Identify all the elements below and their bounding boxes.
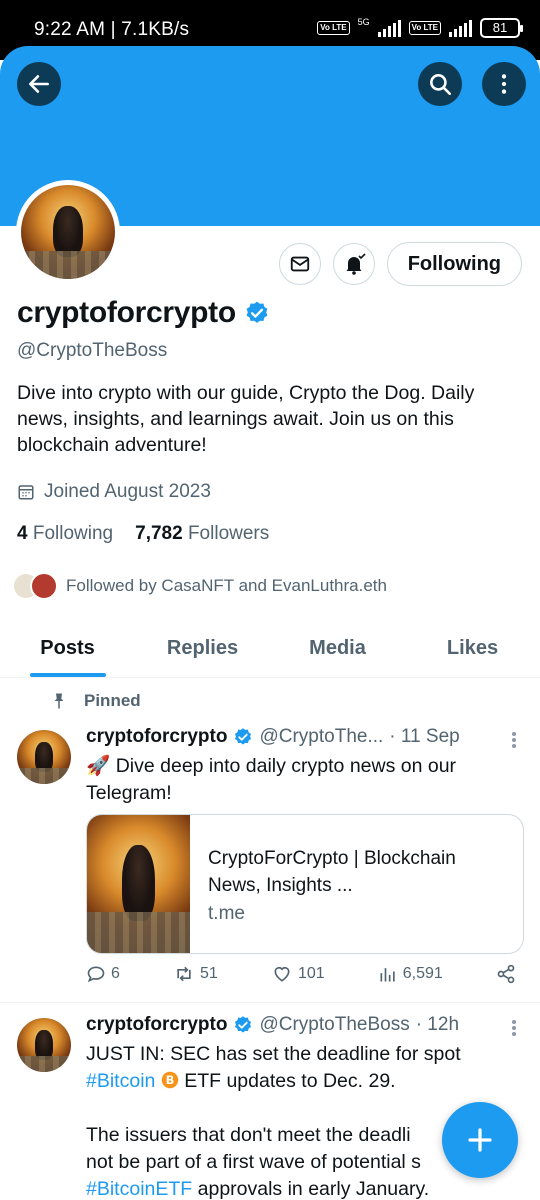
- follow-stats: 4 Following 7,782 Followers: [17, 523, 269, 545]
- volte-badge-2: Vo LTE: [408, 21, 441, 35]
- profile-actions: Following: [278, 242, 522, 286]
- pinned-label: Pinned: [84, 691, 141, 710]
- link-card-body: CryptoForCrypto | Blockchain News, Insig…: [190, 815, 523, 953]
- pin-icon: [54, 693, 64, 709]
- following-button[interactable]: Following: [386, 242, 522, 286]
- tweet-more-button[interactable]: [512, 1018, 518, 1038]
- more-options-button[interactable]: [482, 62, 526, 106]
- followers-count: 7,782: [135, 523, 183, 544]
- hashtag-link[interactable]: #Bitcoin: [86, 1070, 155, 1092]
- like-count: 101: [297, 965, 325, 982]
- profile-tabs: Posts Replies Media Likes: [0, 620, 540, 678]
- tweet-header: cryptoforcrypto @CryptoTheBoss · 12h: [86, 1014, 459, 1036]
- tweet-handle: @CryptoTheBoss: [259, 1014, 410, 1035]
- link-card[interactable]: CryptoForCrypto | Blockchain News, Insig…: [86, 814, 524, 954]
- battery-icon: 81: [480, 18, 523, 38]
- retweet-icon: [177, 966, 191, 982]
- tweet-divider: [0, 1002, 540, 1003]
- signal-icon-2: [449, 19, 472, 37]
- tweet-username[interactable]: cryptoforcrypto: [86, 1014, 227, 1036]
- compose-fab-button[interactable]: [442, 1102, 518, 1178]
- share-button[interactable]: [496, 964, 516, 984]
- followed-by-row[interactable]: Followed by CasaNFT and EvanLuthra.eth: [12, 572, 387, 600]
- link-card-domain: t.me: [208, 903, 245, 924]
- plus-icon: [468, 1128, 492, 1152]
- like-button[interactable]: 101: [271, 964, 325, 984]
- verified-badge-icon: [235, 728, 252, 745]
- hashtag-link[interactable]: #BitcoinETF: [86, 1178, 192, 1200]
- display-name: cryptoforcrypto: [17, 296, 236, 329]
- tweet-header: cryptoforcrypto @CryptoThe... · 11 Sep: [86, 726, 460, 748]
- network-5g-label: 5G: [357, 17, 370, 27]
- profile-handle: @CryptoTheBoss: [17, 340, 168, 361]
- tweet-avatar[interactable]: [17, 1018, 71, 1072]
- tweet-text: 🚀 Dive deep into daily crypto news on ou…: [86, 755, 457, 804]
- dog-avatar-image: [17, 730, 71, 784]
- tweet-avatar[interactable]: [17, 730, 71, 784]
- status-icons: Vo LTE 5G Vo LTE 81: [317, 17, 523, 38]
- joined-date: Joined August 2023: [17, 481, 211, 503]
- back-button[interactable]: [17, 62, 61, 106]
- followers-stat[interactable]: 7,782 Followers: [135, 523, 269, 545]
- more-vertical-icon: [501, 74, 507, 94]
- dog-avatar-image: [21, 185, 115, 279]
- profile-avatar[interactable]: [16, 180, 120, 284]
- tweet-time: · 12h: [415, 1014, 460, 1035]
- heart-icon: [274, 966, 290, 982]
- volte-badge: Vo LTE: [317, 21, 350, 35]
- tab-media[interactable]: Media: [270, 620, 405, 677]
- followers-avatars: [12, 572, 58, 600]
- bell-check-icon: [346, 253, 366, 275]
- tweet-handle: @CryptoThe...: [259, 726, 384, 747]
- message-button[interactable]: [278, 243, 321, 285]
- signal-icon: [377, 19, 401, 37]
- link-card-thumbnail: [87, 815, 191, 953]
- verified-badge-icon: [235, 1016, 252, 1033]
- tweet-username[interactable]: cryptoforcrypto: [86, 726, 227, 748]
- status-time: 9:22 AM | 7.1KB/s: [34, 19, 190, 40]
- following-label: Following: [32, 523, 114, 544]
- tweet-actions: 6 51 101 6,591: [86, 964, 516, 984]
- following-count: 4: [17, 523, 28, 544]
- tweet-line: #Bitcoin B ETF updates to Dec. 29.: [86, 1068, 516, 1095]
- tweet-line-text: ETF updates to Dec. 29.: [184, 1070, 396, 1092]
- back-arrow-icon: [29, 75, 49, 93]
- bitcoin-icon: B: [161, 1071, 179, 1089]
- views-button[interactable]: 6,591: [378, 964, 443, 984]
- tab-replies[interactable]: Replies: [135, 620, 270, 677]
- search-button[interactable]: [418, 62, 462, 106]
- retweet-button[interactable]: 51: [173, 964, 218, 984]
- tab-likes[interactable]: Likes: [405, 620, 540, 677]
- followers-label: Followers: [187, 523, 270, 544]
- views-count: 6,591: [402, 965, 443, 982]
- tweet-time: · 11 Sep: [389, 726, 460, 747]
- joined-label: Joined August 2023: [44, 481, 211, 502]
- tweet-line-text: approvals in early January.: [197, 1178, 430, 1200]
- reply-icon: [87, 966, 105, 983]
- following-stat[interactable]: 4 Following: [17, 523, 113, 545]
- envelope-icon: [290, 256, 309, 272]
- profile-name: cryptoforcrypto: [17, 296, 270, 330]
- verified-badge-icon: [246, 301, 268, 323]
- notifications-button[interactable]: [332, 243, 375, 285]
- svg-text:B: B: [166, 1074, 175, 1087]
- tab-posts[interactable]: Posts: [0, 620, 135, 677]
- profile-bio: Dive into crypto with our guide, Crypto …: [17, 382, 475, 456]
- pinned-indicator: Pinned: [50, 691, 141, 711]
- link-card-title: CryptoForCrypto | Blockchain News, Insig…: [208, 848, 456, 896]
- tweet-line: #BitcoinETF approvals in early January.: [86, 1176, 516, 1200]
- calendar-icon: [18, 485, 34, 500]
- dog-avatar-image: [17, 1018, 71, 1072]
- search-icon: [430, 74, 452, 96]
- follower-avatar-2: [30, 572, 58, 600]
- share-icon: [497, 964, 515, 984]
- reply-count: 6: [111, 965, 120, 982]
- retweet-count: 51: [200, 965, 218, 982]
- followed-by-text: Followed by CasaNFT and EvanLuthra.eth: [66, 576, 387, 595]
- tweet-line: JUST IN: SEC has set the deadline for sp…: [86, 1043, 461, 1065]
- views-chart-icon: [380, 968, 395, 982]
- tweet-more-button[interactable]: [512, 730, 518, 750]
- reply-button[interactable]: 6: [86, 964, 120, 984]
